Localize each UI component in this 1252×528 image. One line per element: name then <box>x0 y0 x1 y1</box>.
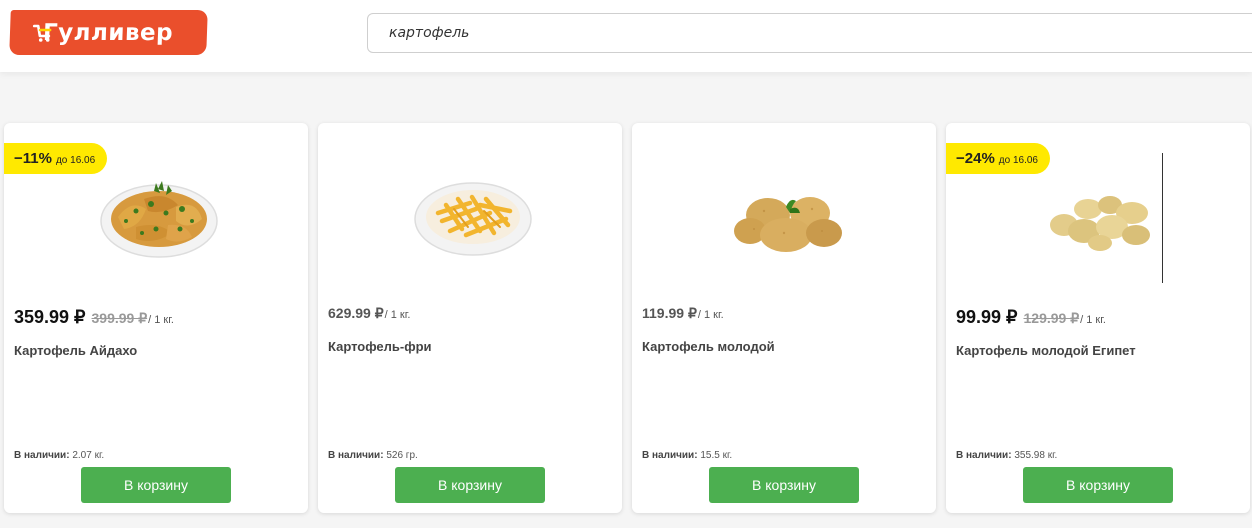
stock-info: В наличии: 15.5 кг. <box>642 450 732 461</box>
current-price: 99.99 ₽ <box>956 307 1018 327</box>
add-to-cart-button[interactable]: В корзину <box>81 467 231 503</box>
stock-info: В наличии: 2.07 кг. <box>14 450 104 461</box>
stock-info: В наличии: 526 гр. <box>328 450 418 461</box>
product-card[interactable]: −11% до 16.06 359.99 ₽ 399.99 ₽ / 1 кг. … <box>4 123 308 513</box>
price-row: 119.99 ₽ / 1 кг. <box>642 305 724 322</box>
image-divider <box>1162 153 1163 283</box>
discount-percent: −11% <box>14 150 52 167</box>
product-name[interactable]: Картофель-фри <box>328 339 432 354</box>
stock-value: 2.07 кг. <box>72 450 105 461</box>
young-potatoes-image <box>734 197 842 252</box>
discount-badge: −24% до 16.06 <box>946 143 1050 174</box>
current-price: 629.99 ₽ <box>328 305 384 321</box>
discount-percent: −24% <box>956 150 995 167</box>
price-unit: / 1 кг. <box>384 309 411 321</box>
product-card[interactable]: −24% до 16.06 99.99 ₽ 129.99 ₽ / 1 кг. К… <box>946 123 1250 513</box>
product-card[interactable]: 119.99 ₽ / 1 кг. Картофель молодой В нал… <box>632 123 936 513</box>
stock-value: 526 гр. <box>386 450 418 461</box>
site-logo[interactable]: Гулливер <box>9 10 208 55</box>
price-unit: / 1 кг. <box>1080 314 1106 326</box>
old-price: 129.99 ₽ <box>1023 310 1080 326</box>
cart-icon <box>32 24 52 42</box>
stock-info: В наличии: 355.98 кг. <box>956 450 1057 461</box>
french-fries-image <box>414 182 532 256</box>
current-price: 119.99 ₽ <box>642 305 697 321</box>
price-row: 99.99 ₽ 129.99 ₽ / 1 кг. <box>956 307 1106 328</box>
add-to-cart-button[interactable]: В корзину <box>709 467 859 503</box>
stock-label: В наличии: <box>14 450 70 461</box>
site-header: Гулливер <box>0 0 1252 72</box>
stock-label: В наличии: <box>956 450 1012 461</box>
discount-until: до 16.06 <box>998 155 1038 166</box>
price-unit: / 1 кг. <box>148 314 174 326</box>
discount-until: до 16.06 <box>55 155 96 166</box>
search-input[interactable] <box>367 13 1252 53</box>
potato-wedges-image <box>100 181 218 258</box>
stock-value: 355.98 кг. <box>1014 450 1058 461</box>
old-price: 399.99 ₽ <box>91 310 148 326</box>
product-name[interactable]: Картофель молодой <box>642 339 775 354</box>
product-card[interactable]: 629.99 ₽ / 1 кг. Картофель-фри В наличии… <box>318 123 622 513</box>
discount-badge: −11% до 16.06 <box>4 143 108 174</box>
stock-value: 15.5 кг. <box>700 450 733 461</box>
add-to-cart-button[interactable]: В корзину <box>1023 467 1173 503</box>
stock-label: В наличии: <box>328 450 384 461</box>
product-name[interactable]: Картофель молодой Египет <box>956 343 1136 358</box>
current-price: 359.99 ₽ <box>14 307 86 327</box>
add-to-cart-button[interactable]: В корзину <box>395 467 545 503</box>
egypt-potatoes-image <box>1050 196 1150 251</box>
price-row: 359.99 ₽ 399.99 ₽ / 1 кг. <box>14 307 174 328</box>
stock-label: В наличии: <box>642 450 698 461</box>
product-name[interactable]: Картофель Айдахо <box>14 343 137 358</box>
price-unit: / 1 кг. <box>697 309 724 321</box>
logo-text: Гулливер <box>42 19 174 46</box>
price-row: 629.99 ₽ / 1 кг. <box>328 305 410 322</box>
